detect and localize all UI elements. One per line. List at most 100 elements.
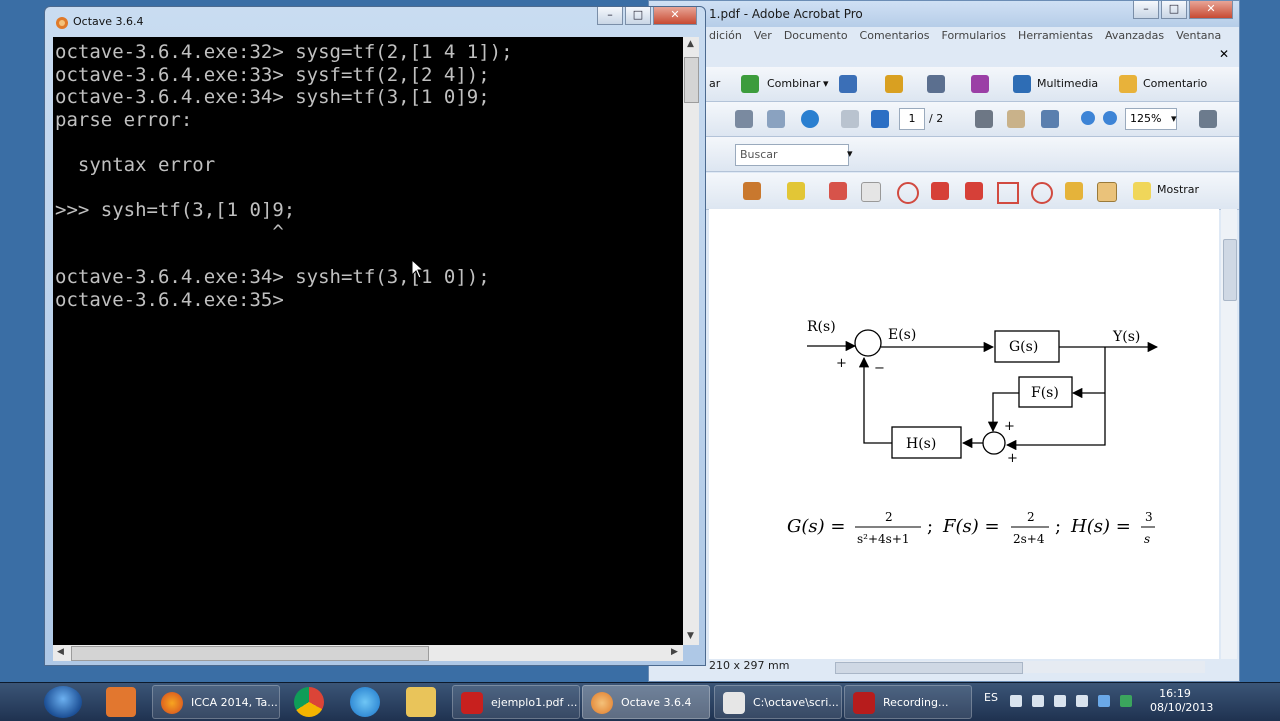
acrobat-toolbar-navigation: 1 / 2 125% ▾	[649, 102, 1239, 137]
acrobat-maximize-button[interactable]: □	[1161, 1, 1187, 19]
zoom-level-input[interactable]: 125%	[1125, 108, 1177, 130]
multimedia-button[interactable]: Multimedia	[1037, 77, 1098, 90]
text-box-icon[interactable]	[787, 182, 805, 200]
network-icon[interactable]	[1054, 695, 1066, 707]
console-line: octave-3.6.4.exe:32> sysg=tf(2,[1 4 1]);	[55, 41, 513, 63]
taskbar-item-editor[interactable]: C:\octave\scri...	[714, 685, 842, 719]
taskbar-item-firefox[interactable]: ICCA 2014, Ta...	[152, 685, 280, 719]
start-button[interactable]	[44, 686, 82, 718]
menu-formularios[interactable]: Formularios	[942, 29, 1007, 47]
hand-tool-icon[interactable]	[1007, 110, 1025, 128]
menu-ver[interactable]: Ver	[754, 29, 772, 47]
comentario-button[interactable]: Comentario	[1143, 77, 1207, 90]
oval-tool-icon[interactable]	[1031, 182, 1053, 204]
volume-icon[interactable]	[1032, 695, 1044, 707]
combinar-dropdown-icon[interactable]: ▾	[823, 77, 829, 90]
label-y: Y(s)	[1112, 329, 1140, 345]
save-icon[interactable]	[735, 110, 753, 128]
menu-comentarios[interactable]: Comentarios	[860, 29, 930, 47]
menu-documento[interactable]: Documento	[784, 29, 848, 47]
cloud-icon[interactable]	[897, 182, 919, 204]
sign-minus-1: −	[874, 361, 885, 376]
taskbar-item-recording[interactable]: Recording...	[844, 685, 972, 719]
acrobat-minimize-button[interactable]: –	[1133, 1, 1159, 19]
chrome-icon[interactable]	[294, 687, 324, 717]
stamp-icon[interactable]	[743, 182, 761, 200]
scroll-right-icon[interactable]: ▶	[671, 647, 678, 657]
sign-pen-icon[interactable]	[927, 75, 945, 93]
acrobat-window[interactable]: 1.pdf - Adobe Acrobat Pro – □ ✕ dición V…	[648, 0, 1240, 682]
scroll-down-icon[interactable]: ▼	[687, 631, 694, 641]
rectangle-tool-icon[interactable]	[997, 182, 1019, 204]
acrobat-titlebar[interactable]: 1.pdf - Adobe Acrobat Pro – □ ✕	[649, 1, 1239, 27]
note-icon[interactable]	[861, 182, 881, 202]
bluetooth-icon[interactable]	[1098, 695, 1110, 707]
select-tool-icon[interactable]	[975, 110, 993, 128]
sign-plus-3: +	[1007, 451, 1018, 466]
taskbar-item-octave[interactable]: Octave 3.6.4	[582, 685, 710, 719]
action-center-icon[interactable]	[1076, 695, 1088, 707]
console-horizontal-scrollbar[interactable]: ◀ ▶	[53, 645, 683, 661]
pencil-tool-icon[interactable]	[1065, 182, 1083, 200]
eq-g-lhs: G(s) =	[787, 516, 845, 537]
google-drive-icon[interactable]	[1120, 695, 1132, 707]
menu-edicion[interactable]: dición	[709, 29, 742, 47]
zoom-in-icon[interactable]	[1103, 111, 1117, 125]
mostrar-button[interactable]: Mostrar	[1157, 183, 1199, 196]
language-indicator[interactable]: ES	[984, 691, 998, 704]
console-prompt[interactable]: octave-3.6.4.exe:35>	[55, 289, 683, 312]
pdf-vertical-scroll-thumb[interactable]	[1223, 239, 1237, 301]
menu-avanzadas[interactable]: Avanzadas	[1105, 29, 1164, 47]
acrobat-close-button[interactable]: ✕	[1189, 1, 1233, 19]
previous-page-icon[interactable]	[841, 110, 859, 128]
textedit-icon[interactable]	[829, 182, 847, 200]
show-desktop-button[interactable]	[1240, 683, 1280, 721]
page-number-input[interactable]: 1	[899, 108, 925, 130]
crear-button[interactable]: ar	[709, 77, 720, 90]
eq-h-lhs: H(s) =	[1070, 516, 1131, 537]
pdf-horizontal-scroll-thumb[interactable]	[835, 662, 1023, 674]
console-horizontal-scroll-thumb[interactable]	[71, 646, 429, 661]
octave-console-window[interactable]: Octave 3.6.4 – □ ✕ octave-3.6.4.exe:32> …	[44, 6, 706, 666]
octave-maximize-button[interactable]: □	[625, 7, 651, 25]
comment-icon	[1119, 75, 1137, 93]
snapshot-icon[interactable]	[1199, 110, 1217, 128]
pdf-horizontal-scrollbar[interactable]	[835, 661, 1205, 674]
document-close-icon[interactable]: ✕	[1219, 47, 1229, 61]
octave-minimize-button[interactable]: –	[597, 7, 623, 25]
next-page-icon[interactable]	[871, 110, 889, 128]
forms-icon[interactable]	[971, 75, 989, 93]
console-output[interactable]: octave-3.6.4.exe:32> sysg=tf(2,[1 4 1]);…	[53, 37, 683, 645]
zoom-tool-icon[interactable]	[1041, 110, 1059, 128]
scroll-left-icon[interactable]: ◀	[57, 647, 64, 657]
media-player-icon[interactable]	[106, 687, 136, 717]
search-input[interactable]: Buscar	[735, 144, 849, 166]
share-globe-icon[interactable]	[801, 110, 819, 128]
arrow-tool-icon[interactable]	[931, 182, 949, 200]
menu-ventana[interactable]: Ventana	[1176, 29, 1221, 47]
pdf-page[interactable]: R(s) E(s) G(s) Y(s) F(s) H(s) + − + + G(…	[709, 209, 1219, 659]
export-icon[interactable]	[839, 75, 857, 93]
transfer-function-equations: G(s) = 2 s²+4s+1 ; F(s) = 2 2s+4 ; H(s) …	[787, 510, 1155, 546]
zoom-dropdown-icon[interactable]: ▾	[1171, 112, 1177, 125]
taskbar-item-pdf[interactable]: ejemplo1.pdf ...	[452, 685, 580, 719]
email-icon[interactable]	[767, 110, 785, 128]
internet-explorer-icon[interactable]	[350, 687, 380, 717]
scroll-up-icon[interactable]: ▲	[687, 39, 694, 49]
pdf-vertical-scrollbar[interactable]	[1221, 209, 1237, 659]
menu-herramientas[interactable]: Herramientas	[1018, 29, 1093, 47]
console-vertical-scroll-thumb[interactable]	[684, 57, 699, 103]
tray-expand-icon[interactable]	[1010, 695, 1022, 707]
file-explorer-icon[interactable]	[406, 687, 436, 717]
console-vertical-scrollbar[interactable]: ▲ ▼	[683, 37, 699, 645]
taskbar-item-label: Recording...	[883, 696, 949, 709]
eraser-tool-icon[interactable]	[1097, 182, 1117, 202]
line-tool-icon[interactable]	[965, 182, 983, 200]
lock-icon[interactable]	[885, 75, 903, 93]
clock[interactable]: 16:19 08/10/2013	[1150, 687, 1213, 715]
octave-close-button[interactable]: ✕	[653, 7, 697, 25]
combinar-button[interactable]: Combinar	[767, 77, 820, 90]
console-line: octave-3.6.4.exe:33> sysf=tf(2,[2 4]);	[55, 63, 490, 86]
zoom-out-icon[interactable]	[1081, 111, 1095, 125]
search-dropdown-icon[interactable]: ▾	[847, 147, 853, 160]
